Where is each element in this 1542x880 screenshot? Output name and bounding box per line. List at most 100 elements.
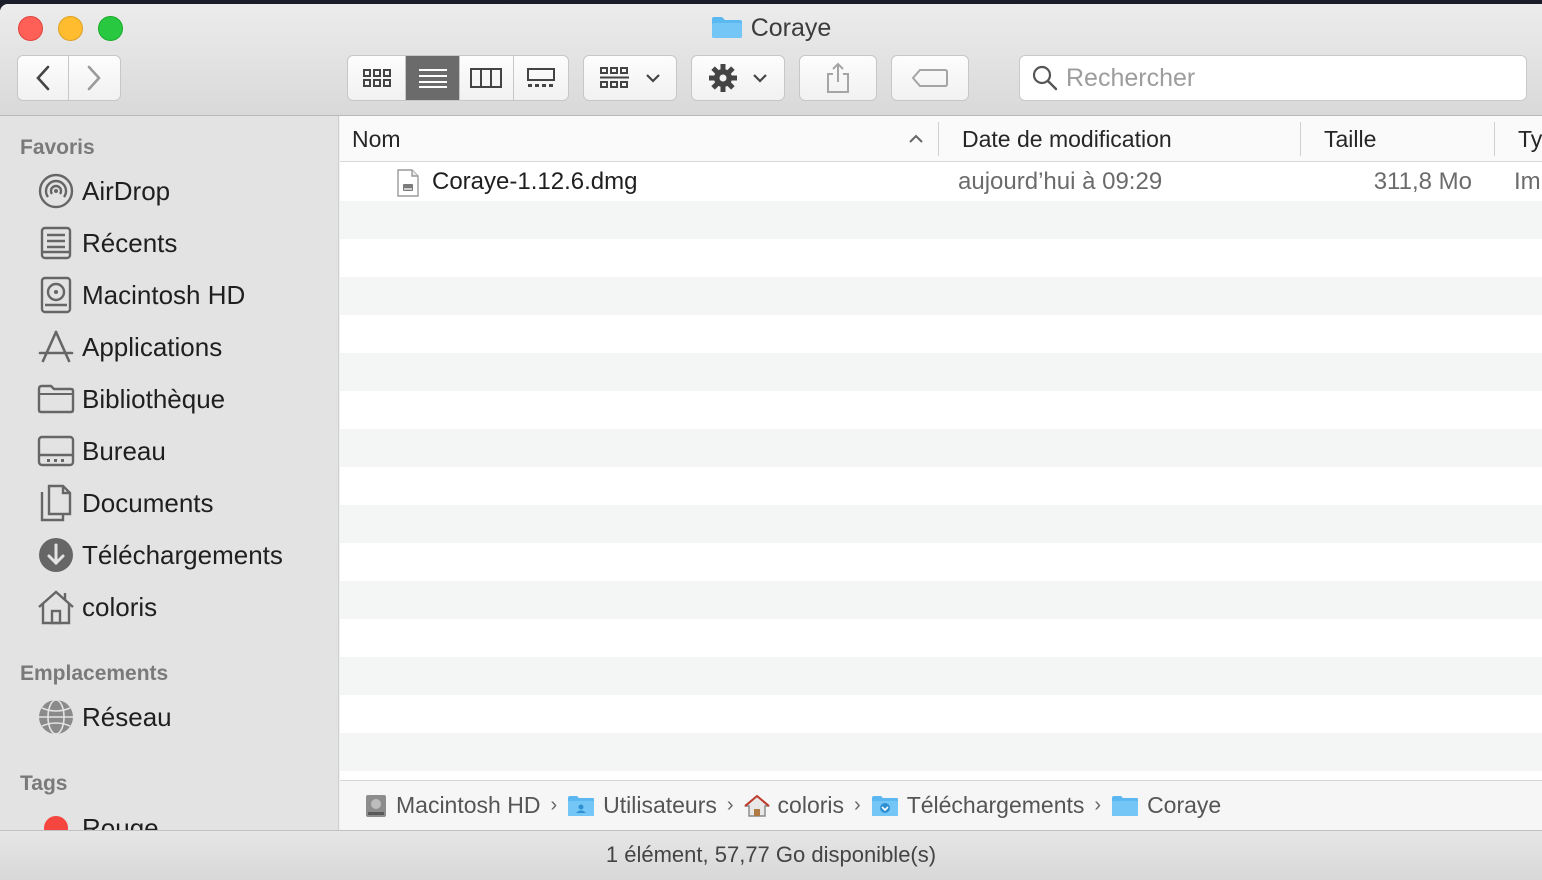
column-header-name[interactable]: Nom xyxy=(352,116,938,162)
gear-icon xyxy=(709,64,737,92)
sidebar-item-label: Récents xyxy=(82,227,178,258)
chevron-right-icon: › xyxy=(550,794,558,816)
sidebar-item-bureau[interactable]: Bureau xyxy=(0,427,338,475)
empty-row xyxy=(340,619,1542,657)
downloads-icon xyxy=(36,535,76,575)
column-header-label: Date de modification xyxy=(962,125,1172,152)
sidebar-item-label: Bureau xyxy=(82,435,166,466)
path-item-macintosh-hd[interactable]: Macintosh HD › xyxy=(364,792,567,819)
applications-icon xyxy=(36,327,76,367)
path-item-label: Utilisateurs xyxy=(603,792,717,818)
column-divider[interactable] xyxy=(1300,122,1301,156)
empty-row xyxy=(340,353,1542,391)
empty-row xyxy=(340,657,1542,695)
sidebar-item-airdrop[interactable]: AirDrop xyxy=(0,167,338,215)
empty-row xyxy=(340,239,1542,277)
sidebar-item-label: Macintosh HD xyxy=(82,279,246,310)
list-view-icon xyxy=(418,69,447,88)
gallery-view-button[interactable] xyxy=(514,56,569,100)
window-title: Coraye xyxy=(0,14,1542,46)
sidebar-item-label: coloris xyxy=(82,591,158,622)
column-header-kind[interactable]: Ty xyxy=(1518,116,1542,162)
sidebar-item-telechargements[interactable]: Téléchargements xyxy=(0,531,338,579)
sidebar-item-bibliotheque[interactable]: Bibliothèque xyxy=(0,375,338,423)
search-field[interactable] xyxy=(1019,55,1527,101)
file-size: 311,8 Mo xyxy=(1373,168,1472,195)
sidebar-item-label: Téléchargements xyxy=(82,539,283,570)
column-view-button[interactable] xyxy=(460,56,514,100)
empty-row xyxy=(340,543,1542,581)
column-header-size[interactable]: Taille xyxy=(1324,116,1484,162)
sidebar-item-documents[interactable]: Documents xyxy=(0,479,338,527)
sidebar-item-applications[interactable]: Applications xyxy=(0,323,338,371)
downloads-folder-icon xyxy=(871,795,899,817)
table-row[interactable]: Coraye-1.12.6.dmg aujourd’hui à 09:29 31… xyxy=(340,163,1542,201)
disk-image-icon xyxy=(396,169,420,202)
folder-icon xyxy=(711,15,743,46)
icon-view-button[interactable] xyxy=(348,56,407,100)
users-folder-icon xyxy=(567,795,595,817)
back-button[interactable] xyxy=(18,56,69,100)
sidebar-item-recents[interactable]: Récents xyxy=(0,219,338,267)
folder-icon xyxy=(36,379,76,419)
group-icon xyxy=(600,67,629,88)
empty-row xyxy=(340,733,1542,771)
sidebar-heading-tags: Tags xyxy=(20,772,68,795)
sidebar-item-coloris[interactable]: coloris xyxy=(0,583,338,631)
path-item-label: Téléchargements xyxy=(906,792,1085,818)
tag-icon xyxy=(912,69,948,87)
chevron-right-icon: › xyxy=(1094,794,1102,816)
tag-color-dot-icon xyxy=(36,808,76,830)
path-item-coraye[interactable]: Coraye xyxy=(1111,792,1221,819)
home-icon xyxy=(36,587,76,627)
home-icon xyxy=(743,794,770,818)
sort-ascending-icon xyxy=(909,134,923,143)
documents-icon xyxy=(36,483,76,523)
empty-row xyxy=(340,277,1542,315)
hard-drive-icon xyxy=(36,275,76,315)
sidebar-item-label: Applications xyxy=(82,331,223,362)
chevron-left-icon xyxy=(35,65,50,91)
column-header-label: Ty xyxy=(1518,125,1542,152)
window-title-text: Coraye xyxy=(750,14,832,42)
empty-row xyxy=(340,581,1542,619)
sidebar-item-label: Documents xyxy=(82,487,214,518)
forward-button[interactable] xyxy=(69,56,120,100)
path-item-telechargements[interactable]: Téléchargements › xyxy=(871,792,1111,819)
sidebar-item-macintosh-hd[interactable]: Macintosh HD xyxy=(0,271,338,319)
path-item-label: Coraye xyxy=(1147,792,1222,818)
empty-row xyxy=(340,391,1542,429)
sidebar-item-tag-rouge[interactable]: Rouge xyxy=(0,804,338,831)
sidebar-heading-favorites: Favoris xyxy=(20,136,95,159)
sidebar-item-reseau[interactable]: Réseau xyxy=(0,693,338,741)
chevron-right-icon: › xyxy=(854,794,861,816)
chevron-right-icon xyxy=(87,65,102,91)
airdrop-icon xyxy=(36,171,76,211)
icon-view-icon xyxy=(362,69,391,87)
file-list: Nom Date de modification Taille Ty Coray… xyxy=(340,116,1542,780)
desktop-icon xyxy=(36,431,76,471)
sidebar-item-label: Réseau xyxy=(82,701,172,732)
column-view-icon xyxy=(470,68,503,88)
status-text: 1 élément, 57,77 Go disponible(s) xyxy=(605,842,937,867)
file-rows: Coraye-1.12.6.dmg aujourd’hui à 09:29 31… xyxy=(340,163,1542,771)
column-divider[interactable] xyxy=(1494,122,1495,156)
path-item-coloris[interactable]: coloris › xyxy=(743,792,871,819)
sidebar-item-label: Rouge xyxy=(82,812,159,831)
chevron-right-icon: › xyxy=(726,794,734,816)
column-divider[interactable] xyxy=(938,122,939,156)
column-header-date[interactable]: Date de modification xyxy=(962,116,1292,162)
navigation-buttons xyxy=(17,55,121,101)
empty-row xyxy=(340,695,1542,733)
tags-button[interactable] xyxy=(891,55,969,101)
column-header-label: Taille xyxy=(1324,125,1377,152)
share-button[interactable] xyxy=(799,55,877,101)
empty-row xyxy=(340,429,1542,467)
list-view-button[interactable] xyxy=(406,56,460,100)
action-menu-button[interactable] xyxy=(691,55,785,101)
search-input[interactable] xyxy=(1066,63,1506,93)
sidebar-item-label: AirDrop xyxy=(82,175,171,206)
path-item-utilisateurs[interactable]: Utilisateurs › xyxy=(567,792,743,819)
group-by-button[interactable] xyxy=(583,55,677,101)
recents-icon xyxy=(36,223,76,263)
